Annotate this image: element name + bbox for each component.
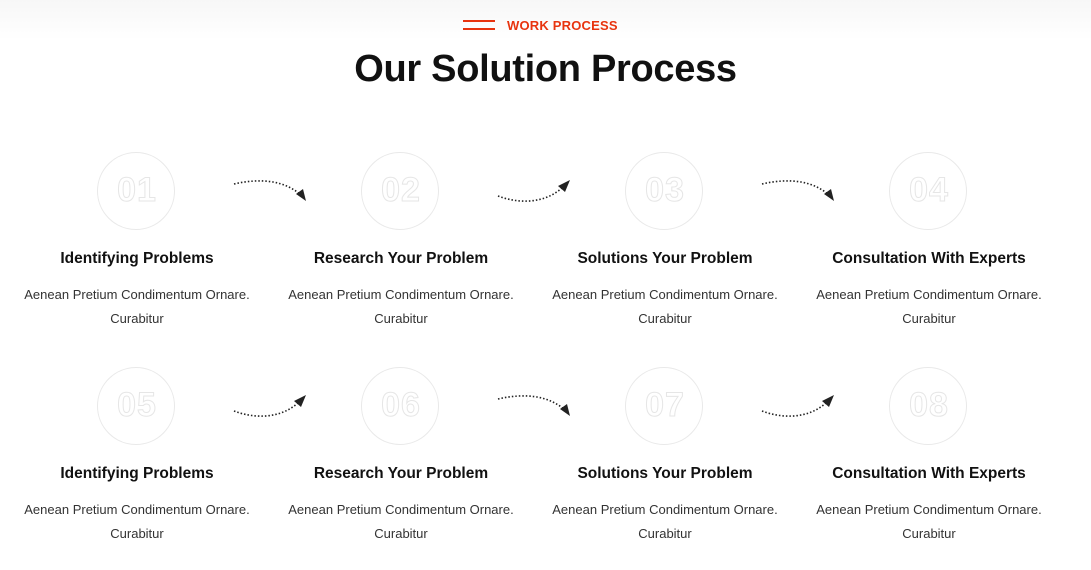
step-number: 08 — [909, 386, 949, 425]
step-description: Aenean Pretium Condimentum Ornare. Curab… — [288, 502, 514, 541]
step-description: Aenean Pretium Condimentum Ornare. Curab… — [816, 502, 1042, 541]
step-description: Aenean Pretium Condimentum Ornare. Curab… — [288, 287, 514, 326]
section-eyebrow: WORK PROCESS — [0, 17, 1091, 35]
double-line-icon — [463, 20, 495, 30]
step-description: Aenean Pretium Condimentum Ornare. Curab… — [24, 502, 250, 541]
step-heading: Research Your Problem — [313, 465, 489, 482]
eyebrow-label: WORK PROCESS — [507, 18, 618, 33]
step-heading: Research Your Problem — [313, 250, 489, 267]
step-description: Aenean Pretium Condimentum Ornare. Curab… — [24, 287, 250, 326]
step-heading: Consultation With Experts — [832, 250, 1026, 267]
step-number: 04 — [909, 171, 949, 210]
step-heading: Solutions Your Problem — [577, 465, 753, 482]
step-heading: Solutions Your Problem — [577, 250, 753, 267]
step-description: Aenean Pretium Condimentum Ornare. Curab… — [552, 287, 778, 326]
step-description: Aenean Pretium Condimentum Ornare. Curab… — [816, 287, 1042, 326]
step-heading: Identifying Problems — [60, 250, 214, 267]
section-title: Our Solution Process — [354, 48, 737, 90]
step-heading: Consultation With Experts — [832, 465, 1026, 482]
step-heading: Identifying Problems — [60, 465, 214, 482]
step-description: Aenean Pretium Condimentum Ornare. Curab… — [552, 502, 778, 541]
